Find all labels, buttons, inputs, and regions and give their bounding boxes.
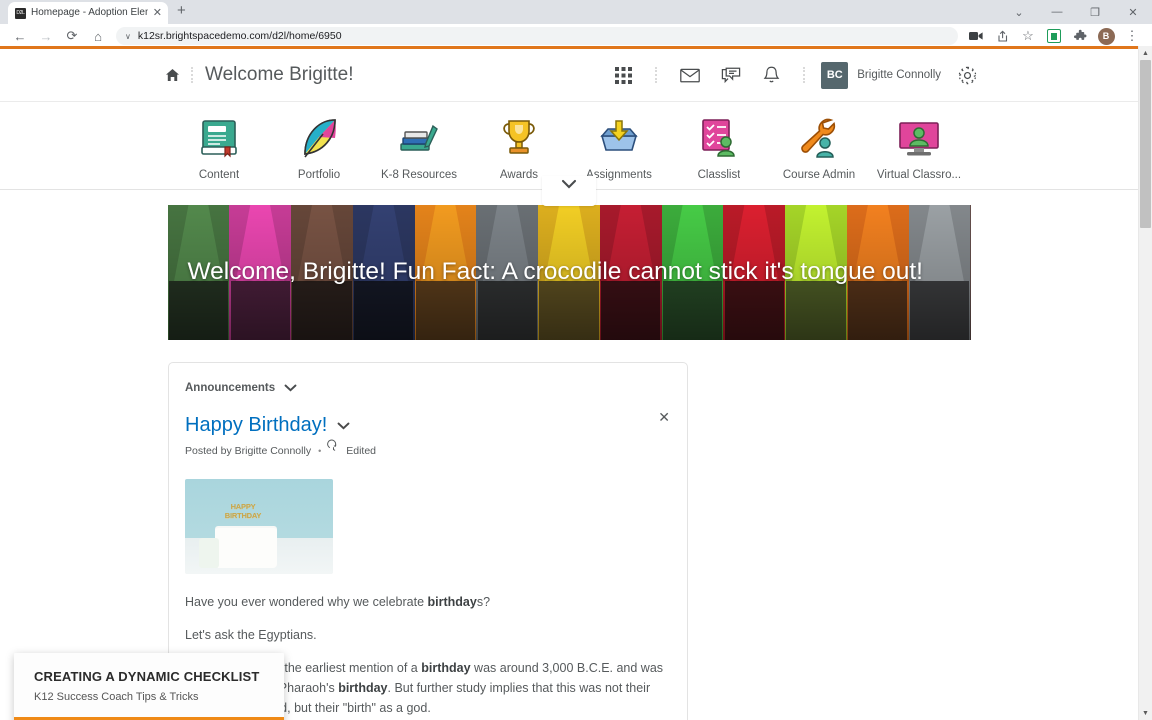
- header-divider-3: [803, 65, 806, 85]
- edited-label: Edited: [346, 445, 377, 457]
- scroll-up-arrow[interactable]: ▲: [1139, 46, 1152, 60]
- wrench-person-icon: [793, 116, 845, 162]
- app-header: Welcome Brigitte! BC Brigitte Connolly: [0, 49, 1138, 102]
- share-icon[interactable]: [989, 25, 1015, 47]
- nav-label: Portfolio: [297, 169, 341, 181]
- widget-title: Announcements: [185, 382, 276, 394]
- nav-label: Virtual Classro...: [876, 169, 962, 181]
- new-tab-button[interactable]: +: [177, 0, 186, 24]
- chevron-down-icon[interactable]: [337, 417, 350, 435]
- minimize-button[interactable]: —: [1038, 0, 1076, 24]
- nav-label: Awards: [499, 169, 539, 181]
- popup-content: CREATING A DYNAMIC CHECKLIST K12 Success…: [14, 653, 284, 717]
- video-camera-icon[interactable]: [963, 25, 989, 47]
- posted-by: Posted by Brigitte Connolly: [185, 445, 312, 457]
- cake-topper-text: HAPPY BIRTHDAY: [224, 502, 262, 520]
- page-title: Welcome Brigitte!: [205, 64, 354, 85]
- meta-separator: •: [318, 446, 322, 456]
- address-bar[interactable]: ∨ k12sr.brightspacedemo.com/d2l/home/695…: [116, 27, 958, 45]
- inbox-arrow-icon: [593, 116, 645, 162]
- nav-item-classlist[interactable]: Classlist: [669, 116, 769, 181]
- page-scrollbar[interactable]: ▲ ▼: [1138, 46, 1152, 720]
- maximize-button[interactable]: ❐: [1076, 0, 1114, 24]
- home-icon[interactable]: [165, 68, 180, 82]
- homepage-content: Welcome, Brigitte! Fun Fact: A crocodile…: [0, 190, 1138, 720]
- nav-item-content[interactable]: Content: [169, 116, 269, 181]
- announcement-title[interactable]: Happy Birthday!: [185, 414, 327, 437]
- forward-button[interactable]: →: [33, 25, 59, 47]
- back-button[interactable]: ←: [7, 25, 33, 47]
- announcement-image: HAPPY BIRTHDAY: [185, 479, 333, 574]
- profile-avatar-button[interactable]: B: [1093, 25, 1119, 47]
- nav-label: Content: [198, 169, 240, 181]
- scrollbar-thumb[interactable]: [1140, 60, 1151, 228]
- nav-label: Classlist: [697, 169, 741, 181]
- page-viewport: Welcome Brigitte! BC Brigitte Connolly C…: [0, 46, 1152, 720]
- email-icon[interactable]: [669, 58, 710, 92]
- tab-close-icon[interactable]: ✕: [153, 7, 162, 19]
- d2l-favicon: D2L: [15, 7, 26, 19]
- scroll-down-arrow[interactable]: ▼: [1139, 706, 1152, 720]
- book-icon: [193, 116, 245, 162]
- toolbar-actions: ☆ B ⋮: [963, 25, 1145, 47]
- bookmark-star-icon[interactable]: ☆: [1015, 25, 1041, 47]
- browser-tab[interactable]: D2L Homepage - Adoption Elementa ✕: [8, 2, 168, 24]
- reload-button[interactable]: ⟳: [59, 25, 85, 47]
- announcements-header: Announcements: [185, 379, 667, 397]
- cake-body: [199, 528, 277, 568]
- avatar: BC: [821, 61, 849, 89]
- extensions-puzzle-icon[interactable]: [1067, 25, 1093, 47]
- checklist-person-icon: [693, 116, 745, 162]
- tab-strip: D2L Homepage - Adoption Elementa ✕ + ⌄ —…: [0, 0, 1152, 24]
- trophy-icon: [493, 116, 545, 162]
- monitor-person-icon: [893, 116, 945, 162]
- welcome-banner: Welcome, Brigitte! Fun Fact: A crocodile…: [167, 205, 971, 340]
- header-actions: BC Brigitte Connolly: [603, 58, 988, 92]
- page-content: Welcome Brigitte! BC Brigitte Connolly C…: [0, 49, 1138, 720]
- nav-item-virtual-classroom[interactable]: Virtual Classro...: [869, 116, 969, 181]
- gear-icon[interactable]: [947, 58, 988, 92]
- announcement-paragraph: Let's ask the Egyptians.: [185, 628, 317, 642]
- url-text: k12sr.brightspacedemo.com/d2l/home/6950: [137, 30, 342, 42]
- close-window-button[interactable]: ✕: [1114, 0, 1152, 24]
- leaf-icon: [293, 116, 345, 162]
- close-announcement-icon[interactable]: ✕: [658, 410, 670, 424]
- reader-extension-icon[interactable]: [1041, 25, 1067, 47]
- notification-bell-icon[interactable]: [751, 58, 792, 92]
- history-clock-icon: [327, 439, 339, 458]
- tab-title: Homepage - Adoption Elementa: [31, 7, 148, 18]
- banner-text: Welcome, Brigitte! Fun Fact: A crocodile…: [187, 258, 924, 285]
- announcement-paragraph: Have you ever wondered why we celebrate …: [185, 595, 491, 609]
- nav-item-course-admin[interactable]: Course Admin: [769, 116, 869, 181]
- course-navbar: Content Portfolio K-8 Resources Awards A…: [0, 102, 1138, 206]
- nav-item-portfolio[interactable]: Portfolio: [269, 116, 369, 181]
- nav-item-awards[interactable]: Awards: [469, 116, 569, 181]
- popup-title: CREATING A DYNAMIC CHECKLIST: [34, 669, 260, 684]
- popup-subtitle: K12 Success Coach Tips & Tricks: [34, 691, 199, 703]
- chevron-down-icon[interactable]: [284, 379, 297, 397]
- window-controls: ⌄ — ❐ ✕: [1000, 0, 1152, 24]
- browser-menu-icon[interactable]: ⋮: [1119, 25, 1145, 47]
- subscription-icon[interactable]: [710, 58, 751, 92]
- nav-label: Course Admin: [782, 169, 856, 181]
- home-button[interactable]: ⌂: [85, 25, 111, 47]
- nav-label: K-8 Resources: [380, 169, 458, 181]
- browser-window: D2L Homepage - Adoption Elementa ✕ + ⌄ —…: [0, 0, 1152, 720]
- nav-item-k8-resources[interactable]: K-8 Resources: [369, 116, 469, 181]
- user-name: Brigitte Connolly: [857, 69, 941, 81]
- chevron-down-icon: [561, 179, 577, 189]
- header-divider: [191, 65, 194, 85]
- tab-search-chevron-icon[interactable]: ⌄: [1000, 0, 1038, 24]
- user-menu[interactable]: BC Brigitte Connolly: [821, 61, 941, 89]
- site-info-chevron-icon[interactable]: ∨: [125, 32, 131, 41]
- nav-item-assignments[interactable]: Assignments: [569, 116, 669, 181]
- header-divider-2: [655, 65, 658, 85]
- books-pencil-icon: [393, 116, 445, 162]
- announcement-title-row: Happy Birthday!: [185, 414, 667, 437]
- announcement-meta: Posted by Brigitte Connolly • Edited: [185, 439, 667, 458]
- tips-popup-card[interactable]: CREATING A DYNAMIC CHECKLIST K12 Success…: [14, 653, 284, 720]
- collapse-navbar-button[interactable]: [542, 176, 596, 206]
- waffle-menu-icon[interactable]: [603, 58, 644, 92]
